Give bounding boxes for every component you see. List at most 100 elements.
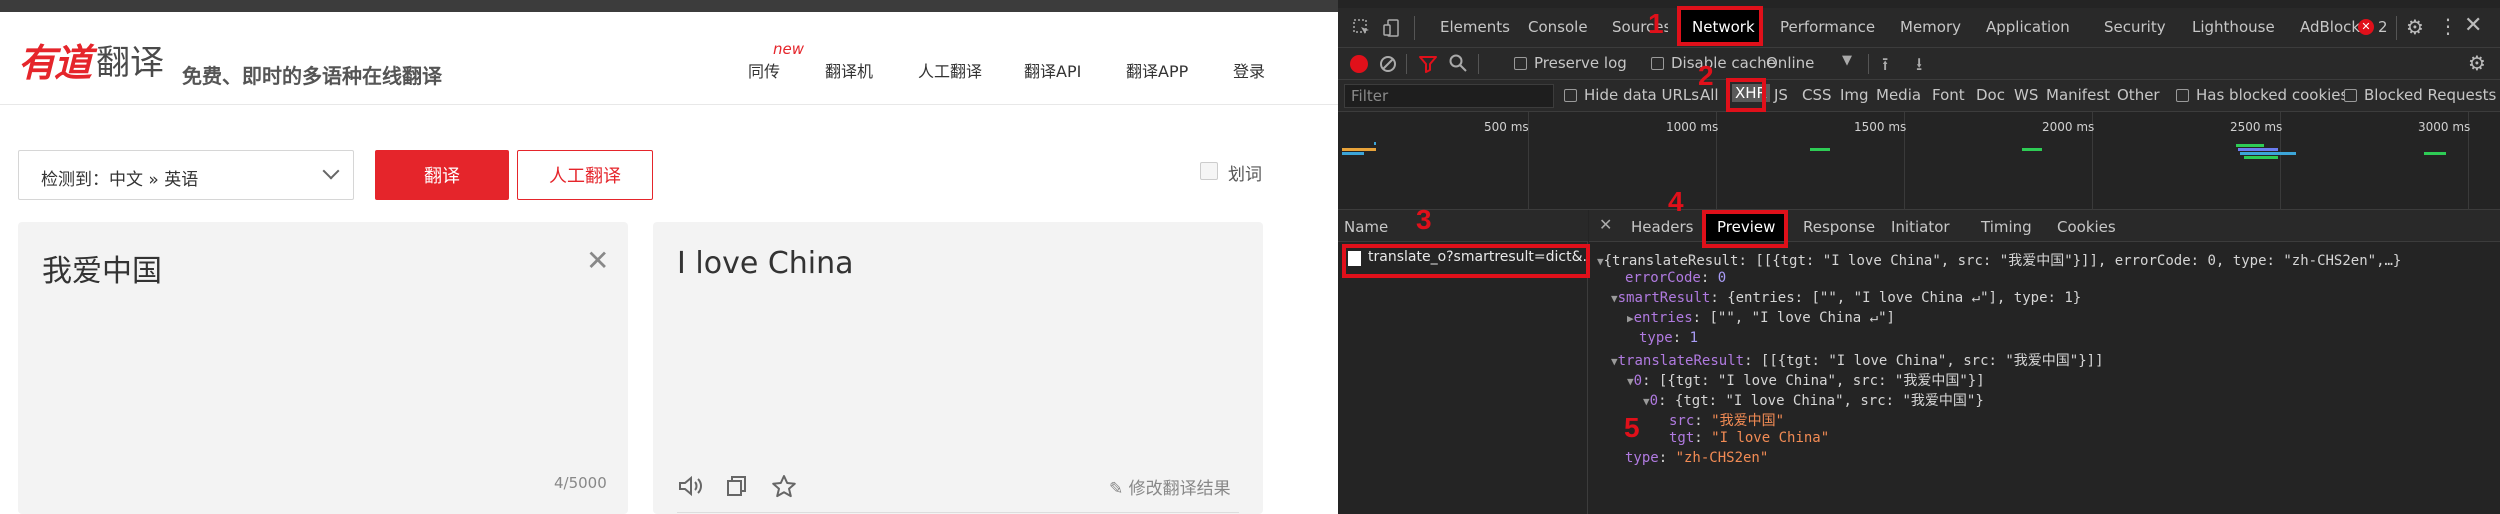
type-filter-doc[interactable]: Doc (1976, 86, 2005, 104)
toolbar-divider-2 (1478, 54, 1479, 74)
tab-security[interactable]: Security (2104, 18, 2166, 36)
collapsed-triangle-icon[interactable]: ▶ (1627, 312, 1634, 325)
close-devtools-icon[interactable]: ✕ (2464, 13, 2482, 38)
detail-tab-initiator[interactable]: Initiator (1891, 218, 1950, 236)
type-filter-ws[interactable]: WS (2014, 86, 2038, 104)
filter-placeholder: Filter (1351, 87, 1389, 105)
language-select[interactable]: 检测到：中文 » 英语 (18, 150, 354, 200)
timeline-tick: 3000 ms (2418, 120, 2471, 134)
human-translation-button[interactable]: 人工翻译 (517, 150, 653, 200)
type-filter-font[interactable]: Font (1932, 86, 1965, 104)
expand-triangle-icon[interactable]: ▼ (1597, 255, 1604, 268)
json-number: 1 (1689, 330, 1699, 346)
detail-tab-cookies[interactable]: Cookies (2057, 218, 2116, 236)
type-filter-manifest[interactable]: Manifest (2046, 86, 2110, 104)
blocked-requests-checkbox[interactable] (2344, 89, 2357, 102)
inspect-element-icon[interactable] (1352, 18, 1372, 42)
detail-tab-timing[interactable]: Timing (1981, 218, 2032, 236)
json-string: "zh-CHS2en" (1675, 450, 1769, 466)
filter-input[interactable]: Filter (1344, 84, 1554, 108)
type-filter-media[interactable]: Media (1876, 86, 1921, 104)
search-icon[interactable] (1448, 53, 1468, 77)
throttle-chevron-icon[interactable]: ▼ (1842, 53, 1852, 68)
tab-lighthouse[interactable]: Lighthouse (2192, 18, 2275, 36)
json-smart-result[interactable]: ▼smartResult: {entries: ["", "I love Chi… (1611, 290, 2081, 306)
error-icon[interactable]: ✕ (2358, 19, 2374, 35)
site-header: 有道 翻译 免费、即时的多语种在线翻译 new 同传 翻译机 人工翻译 翻译AP… (0, 12, 1338, 105)
json-number: 0 (1717, 270, 1727, 286)
json-translate-result[interactable]: ▼translateResult: [[{tgt: "I love China"… (1611, 350, 2104, 370)
disable-cache-label: Disable cache (1671, 54, 1776, 72)
annotation-box-preview (1702, 210, 1788, 248)
close-details-icon[interactable]: ✕ (1599, 215, 1612, 234)
json-type: type: "zh-CHS2en" (1625, 450, 1769, 466)
json-string: "I love China" (1711, 430, 1830, 446)
nav-item-api[interactable]: 翻译API (1024, 58, 1081, 82)
record-icon[interactable] (1350, 55, 1368, 73)
json-key: translateResult (1617, 353, 1745, 369)
edit-translation-label: 修改翻译结果 (1128, 479, 1231, 499)
import-har-icon[interactable]: ⭱ (1882, 52, 1888, 82)
export-har-icon[interactable]: ⭳ (1916, 52, 1922, 82)
blocked-cookies-label: Has blocked cookies (2196, 86, 2349, 104)
network-toolbar: Preserve log Disable cache Online ▼ ⭱ ⭳ … (1338, 48, 2500, 80)
json-root-line[interactable]: ▼{translateResult: [[{tgt: "I love China… (1597, 250, 2401, 270)
speaker-icon[interactable] (677, 474, 703, 502)
copy-icon[interactable] (725, 474, 749, 502)
source-text[interactable]: 我爱中国 (42, 246, 162, 290)
timeline-tick: 500 ms (1484, 120, 1529, 134)
hide-data-urls-checkbox[interactable] (1564, 89, 1577, 102)
tab-memory[interactable]: Memory (1900, 18, 1961, 36)
type-filter-other[interactable]: Other (2117, 86, 2160, 104)
star-icon[interactable] (771, 474, 797, 502)
devtools-panel: Elements Console Sources Network Perform… (1338, 0, 2500, 514)
throttle-select[interactable]: Online (1766, 54, 1814, 72)
json-entries[interactable]: ▶entries: ["", "I love China ↵"] (1627, 310, 1895, 326)
name-column-header[interactable]: Name (1344, 218, 1388, 236)
more-vertical-icon[interactable]: ⋮ (2438, 14, 2458, 38)
edit-translation-link[interactable]: ✎ 修改翻译结果 (1109, 474, 1231, 499)
timeline-bar (1342, 148, 1376, 151)
logo-fanyi: 翻译 (96, 42, 165, 83)
json-key: 0 (1649, 393, 1659, 409)
tab-performance[interactable]: Performance (1780, 18, 1875, 36)
tab-elements[interactable]: Elements (1440, 18, 1510, 36)
type-filter-img[interactable]: Img (1840, 86, 1869, 104)
json-translate-result-0-0[interactable]: ▼0: {tgt: "I love China", src: "我爱中国"} (1643, 390, 1984, 410)
filter-funnel-icon[interactable] (1418, 54, 1438, 78)
gear-icon[interactable]: ⚙ (2406, 15, 2424, 39)
nav-item-human-translation[interactable]: 人工翻译 (918, 58, 982, 82)
nav-item-login[interactable]: 登录 (1233, 58, 1265, 82)
timeline-bar (1810, 148, 1830, 151)
json-translate-result-0[interactable]: ▼0: [{tgt: "I love China", src: "我爱中国"}] (1627, 370, 1985, 390)
tab-divider (1414, 16, 1415, 40)
nav-item-translator-device[interactable]: 翻译机 (825, 58, 873, 82)
timeline-tick: 1000 ms (1666, 120, 1719, 134)
expand-triangle-icon[interactable]: ▼ (1611, 292, 1618, 305)
error-count[interactable]: 2 (2378, 18, 2388, 36)
logo[interactable]: 有道 翻译 (18, 34, 165, 85)
translate-button[interactable]: 翻译 (375, 150, 509, 200)
preserve-log-checkbox[interactable] (1514, 57, 1527, 70)
expand-triangle-icon[interactable]: ▼ (1611, 355, 1618, 368)
tab-application[interactable]: Application (1986, 18, 2070, 36)
type-filter-js[interactable]: JS (1774, 86, 1788, 104)
nav-item-app[interactable]: 翻译APP (1126, 58, 1188, 82)
disable-cache-checkbox[interactable] (1651, 57, 1664, 70)
expand-triangle-icon[interactable]: ▼ (1643, 395, 1650, 408)
type-filter-css[interactable]: CSS (1802, 86, 1832, 104)
tab-adblock[interactable]: AdBlock (2300, 18, 2360, 36)
detail-tab-response[interactable]: Response (1803, 218, 1875, 236)
network-settings-gear-icon[interactable]: ⚙ (2468, 51, 2486, 75)
nav-item-tongchuan[interactable]: 同传 (748, 58, 780, 82)
close-icon[interactable]: ✕ (586, 244, 609, 277)
blocked-cookies-checkbox[interactable] (2176, 89, 2189, 102)
word-select-checkbox[interactable] (1200, 162, 1218, 180)
detail-tab-headers[interactable]: Headers (1631, 218, 1693, 236)
tab-console[interactable]: Console (1528, 18, 1588, 36)
device-toolbar-icon[interactable] (1382, 18, 1402, 42)
clear-icon[interactable] (1378, 54, 1398, 78)
expand-triangle-icon[interactable]: ▼ (1627, 375, 1634, 388)
divider (677, 512, 1239, 513)
source-input-area[interactable]: 我爱中国 ✕ 4/5000 (18, 222, 628, 514)
